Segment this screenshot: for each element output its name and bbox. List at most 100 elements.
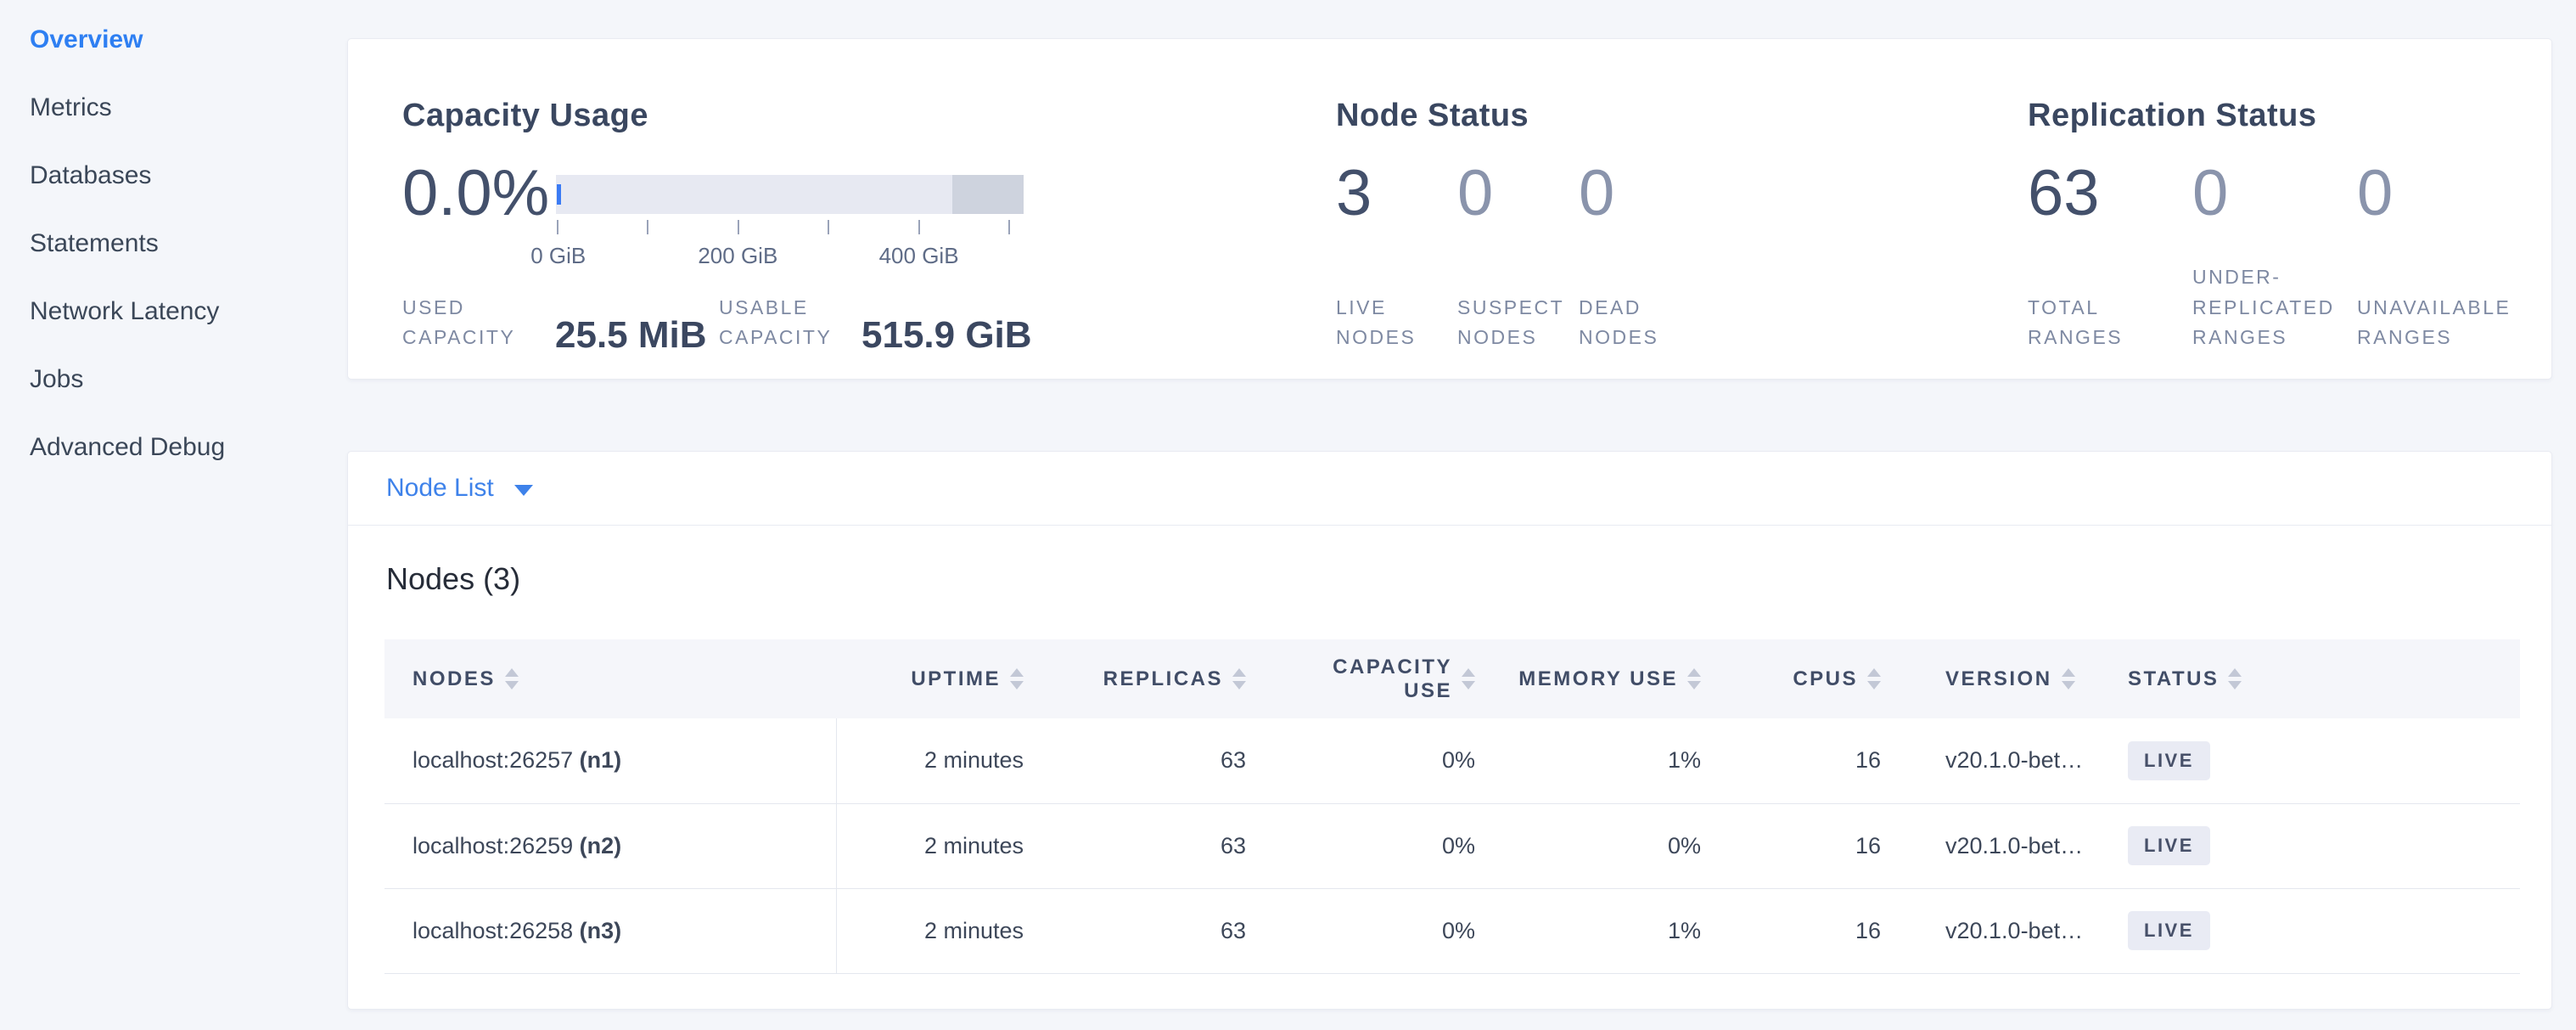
column-header-cpus[interactable]: CPUS xyxy=(1731,639,1911,718)
capacity-usage-title: Capacity Usage xyxy=(402,95,1336,136)
node-id: (n1) xyxy=(580,747,622,773)
axis-label-200gib: 200 GiB xyxy=(698,243,777,269)
dead-nodes-label: DEAD NODES xyxy=(1579,293,1700,353)
node-status-title: Node Status xyxy=(1336,95,2028,136)
uptime-cell: 2 minutes xyxy=(836,803,1054,888)
used-capacity-value: 25.5 MiB xyxy=(555,318,719,353)
table-row-node-2[interactable]: localhost:26259 (n2) 2 minutes 63 0% 0% … xyxy=(384,803,2520,888)
version-cell: v20.1.0-bet… xyxy=(1911,888,2102,973)
nodes-count-heading: Nodes (3) xyxy=(386,561,2520,597)
status-badge: LIVE xyxy=(2128,911,2210,950)
column-label: NODES xyxy=(412,667,496,691)
status-cell: LIVE xyxy=(2102,718,2520,803)
column-header-capacity-use[interactable]: CAPACITY USE xyxy=(1277,639,1506,718)
unavailable-ranges-value: 0 xyxy=(2357,166,2522,222)
axis-tick xyxy=(647,220,648,234)
capacity-usage-section: Capacity Usage 0.0% xyxy=(402,95,1336,353)
column-header-status[interactable]: STATUS xyxy=(2102,639,2520,718)
capacity-use-cell: 0% xyxy=(1277,888,1506,973)
cpus-cell: 16 xyxy=(1731,888,1911,973)
nodes-table: NODES UPTIME REPLICAS CAPACITY USE xyxy=(384,639,2520,974)
total-ranges-value: 63 xyxy=(2028,166,2192,222)
table-header-row: NODES UPTIME REPLICAS CAPACITY USE xyxy=(384,639,2520,718)
sort-icon[interactable] xyxy=(1687,668,1701,689)
memory-use-cell: 1% xyxy=(1506,888,1731,973)
dead-nodes-stat: 0 DEAD NODES xyxy=(1579,166,1700,353)
sidebar-item-databases[interactable]: Databases xyxy=(0,142,347,210)
sidebar-item-jobs[interactable]: Jobs xyxy=(0,346,347,414)
axis-label-0gib: 0 GiB xyxy=(530,243,586,269)
sort-icon[interactable] xyxy=(1867,668,1881,689)
sort-icon[interactable] xyxy=(2062,668,2075,689)
status-cell: LIVE xyxy=(2102,888,2520,973)
usable-capacity-label: USABLE CAPACITY xyxy=(719,293,845,353)
under-replicated-ranges-label: UNDER-REPLICATED RANGES xyxy=(2192,262,2354,353)
sidebar-item-overview[interactable]: Overview xyxy=(0,6,347,74)
capacity-gauge-track xyxy=(556,175,1024,214)
axis-tick xyxy=(828,220,829,234)
sidebar-item-network-latency[interactable]: Network Latency xyxy=(0,278,347,346)
memory-use-cell: 1% xyxy=(1506,718,1731,803)
sort-icon[interactable] xyxy=(2228,668,2242,689)
column-header-uptime[interactable]: UPTIME xyxy=(836,639,1054,718)
table-row-node-1[interactable]: localhost:26257 (n1) 2 minutes 63 0% 1% … xyxy=(384,718,2520,803)
node-address-cell: localhost:26257 (n1) xyxy=(384,718,836,803)
usable-capacity-value: 515.9 GiB xyxy=(861,318,1032,353)
sort-icon[interactable] xyxy=(1232,668,1246,689)
axis-label-400gib: 400 GiB xyxy=(879,243,959,269)
suspect-nodes-label: SUSPECT NODES xyxy=(1457,293,1579,353)
node-list-body: Nodes (3) NODES UPTIME xyxy=(348,526,2551,1009)
table-row-node-3[interactable]: localhost:26258 (n3) 2 minutes 63 0% 1% … xyxy=(384,888,2520,973)
live-nodes-label: LIVE NODES xyxy=(1336,293,1457,353)
capacity-used-percent: 0.0% xyxy=(402,166,556,222)
status-cell: LIVE xyxy=(2102,803,2520,888)
capacity-gauge: 0 GiB 200 GiB 400 GiB xyxy=(556,175,1024,214)
dead-nodes-value: 0 xyxy=(1579,166,1700,222)
replicas-cell: 63 xyxy=(1054,718,1277,803)
capacity-gauge-reserved-segment xyxy=(952,175,1024,214)
node-list-header: Node List xyxy=(348,452,2551,526)
column-header-replicas[interactable]: REPLICAS xyxy=(1054,639,1277,718)
cpus-cell: 16 xyxy=(1731,718,1911,803)
node-id: (n3) xyxy=(580,918,622,943)
capacity-gauge-used-marker xyxy=(557,184,561,205)
node-list-view-label: Node List xyxy=(386,474,494,503)
under-replicated-ranges-stat: 0 UNDER-REPLICATED RANGES xyxy=(2192,166,2357,353)
column-label: CPUS xyxy=(1793,667,1858,691)
sort-icon[interactable] xyxy=(1010,668,1024,689)
memory-use-cell: 0% xyxy=(1506,803,1731,888)
node-address-cell: localhost:26258 (n3) xyxy=(384,888,836,973)
node-address: localhost:26257 xyxy=(412,747,573,773)
sort-icon[interactable] xyxy=(505,668,519,689)
capacity-use-cell: 0% xyxy=(1277,718,1506,803)
column-header-nodes[interactable]: NODES xyxy=(384,639,836,718)
unavailable-ranges-label: UNAVAILABLE RANGES xyxy=(2357,293,2518,353)
cpus-cell: 16 xyxy=(1731,803,1911,888)
live-nodes-value: 3 xyxy=(1336,166,1457,222)
page: Overview Metrics Databases Statements Ne… xyxy=(0,0,2576,1030)
unavailable-ranges-stat: 0 UNAVAILABLE RANGES xyxy=(2357,166,2522,353)
version-cell: v20.1.0-bet… xyxy=(1911,718,2102,803)
live-nodes-stat: 3 LIVE NODES xyxy=(1336,166,1457,353)
sidebar-item-statements[interactable]: Statements xyxy=(0,210,347,278)
version-cell: v20.1.0-bet… xyxy=(1911,803,2102,888)
column-label: UPTIME xyxy=(911,667,1001,691)
column-label: VERSION xyxy=(1945,667,2052,691)
axis-tick xyxy=(1008,220,1010,234)
capacity-use-cell: 0% xyxy=(1277,803,1506,888)
replicas-cell: 63 xyxy=(1054,803,1277,888)
uptime-cell: 2 minutes xyxy=(836,888,1054,973)
node-list-view-dropdown[interactable]: Node List xyxy=(386,474,533,503)
node-status-section: Node Status 3 LIVE NODES 0 SUSPECT NODES… xyxy=(1336,95,2028,353)
node-address-cell: localhost:26259 (n2) xyxy=(384,803,836,888)
sidebar-item-metrics[interactable]: Metrics xyxy=(0,74,347,142)
node-address: localhost:26258 xyxy=(412,918,573,943)
column-label: STATUS xyxy=(2128,667,2219,691)
column-header-version[interactable]: VERSION xyxy=(1911,639,2102,718)
sort-icon[interactable] xyxy=(1462,668,1475,689)
sidebar-item-advanced-debug[interactable]: Advanced Debug xyxy=(0,414,347,481)
suspect-nodes-stat: 0 SUSPECT NODES xyxy=(1457,166,1579,353)
replication-status-section: Replication Status 63 TOTAL RANGES 0 UND… xyxy=(2028,95,2551,353)
replication-status-title: Replication Status xyxy=(2028,95,2551,136)
column-header-memory-use[interactable]: MEMORY USE xyxy=(1506,639,1731,718)
